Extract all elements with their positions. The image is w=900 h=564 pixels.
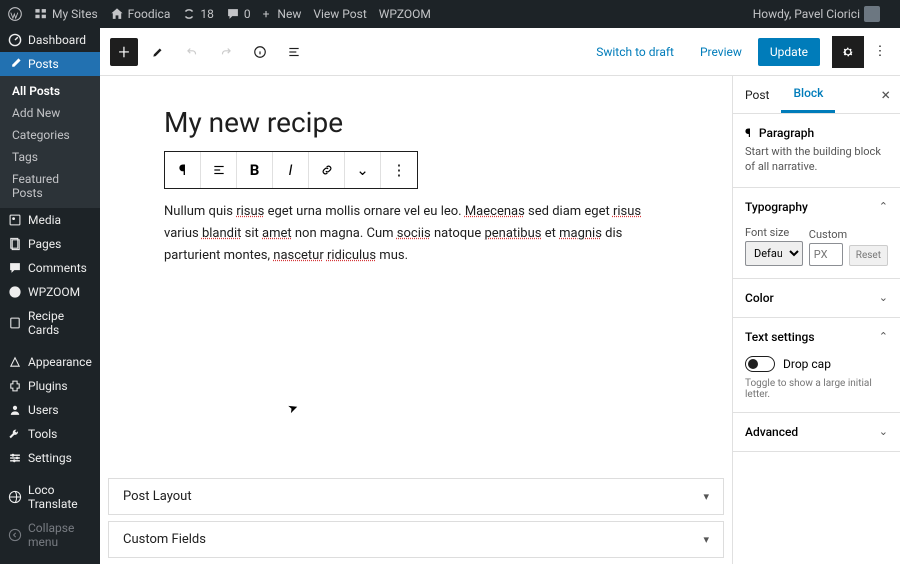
custom-px-input[interactable] (809, 243, 843, 266)
menu-settings[interactable]: Settings (0, 446, 100, 470)
submenu-tags[interactable]: Tags (0, 146, 100, 168)
tab-block[interactable]: Block (781, 76, 835, 113)
updates[interactable]: 18 (182, 7, 214, 21)
mouse-cursor: ➤ (286, 400, 300, 417)
view-post[interactable]: View Post (313, 7, 366, 21)
dropcap-toggle[interactable] (745, 356, 775, 372)
custom-label: Custom (809, 228, 843, 241)
menu-plugins[interactable]: Plugins (0, 374, 100, 398)
bold-icon[interactable]: B (237, 152, 273, 188)
metabox-post-layout[interactable]: Post Layout▾ (108, 478, 724, 515)
panel-color[interactable]: Color⌄ (733, 279, 900, 317)
more-icon[interactable]: ⋮ (870, 44, 890, 59)
block-name: Paragraph (759, 126, 814, 140)
menu-dashboard[interactable]: Dashboard (0, 28, 100, 52)
reset-button[interactable]: Reset (849, 245, 888, 266)
redo-icon[interactable] (212, 38, 240, 66)
wp-logo[interactable] (8, 7, 22, 21)
menu-media[interactable]: Media (0, 208, 100, 232)
panel-typography[interactable]: Typography⌃ (733, 188, 900, 226)
paragraph-block[interactable]: Nullum quis risus eget urna mollis ornar… (164, 201, 668, 267)
fontsize-label: Font size (745, 226, 803, 239)
metabox-custom-fields[interactable]: Custom Fields▾ (108, 521, 724, 558)
menu-users[interactable]: Users (0, 398, 100, 422)
preview-button[interactable]: Preview (690, 45, 752, 59)
block-description: Start with the building block of all nar… (745, 144, 888, 175)
menu-appearance[interactable]: Appearance (0, 350, 100, 374)
submenu-categories[interactable]: Categories (0, 124, 100, 146)
outline-icon[interactable] (280, 38, 308, 66)
submenu-all-posts[interactable]: All Posts (0, 80, 100, 102)
settings-icon[interactable] (832, 36, 864, 68)
chevron-down-icon[interactable]: ⌄ (345, 152, 381, 188)
switch-to-draft[interactable]: Switch to draft (586, 45, 684, 59)
my-sites[interactable]: My Sites (34, 7, 98, 21)
block-type-icon[interactable]: ¶ (165, 152, 201, 188)
fontsize-select[interactable]: Default (745, 241, 803, 266)
add-block-button[interactable]: + (110, 38, 138, 66)
dropcap-label: Drop cap (783, 357, 831, 371)
wpzoom-menu[interactable]: WPZOOM (379, 7, 431, 21)
my-account[interactable]: Howdy, Pavel Ciorici (753, 6, 880, 22)
link-icon[interactable] (309, 152, 345, 188)
block-toolbar: ¶ B I ⌄ ⋮ (164, 151, 418, 189)
collapse-menu[interactable]: Collapse menu (0, 516, 100, 554)
align-icon[interactable] (201, 152, 237, 188)
avatar (864, 6, 880, 22)
menu-posts[interactable]: Posts (0, 52, 100, 76)
panel-advanced[interactable]: Advanced⌄ (733, 413, 900, 451)
paragraph-icon: ¶ (745, 126, 751, 140)
post-title[interactable]: My new recipe (164, 106, 668, 139)
dropcap-help: Toggle to show a large initial letter. (745, 378, 888, 400)
new-content[interactable]: +New (263, 7, 302, 21)
menu-comments[interactable]: Comments (0, 256, 100, 280)
more-options-icon[interactable]: ⋮ (381, 152, 417, 188)
submenu-featured[interactable]: Featured Posts (0, 168, 100, 204)
edit-mode-icon[interactable] (144, 38, 172, 66)
close-icon[interactable]: × (871, 85, 900, 104)
menu-pages[interactable]: Pages (0, 232, 100, 256)
menu-recipe-cards[interactable]: Recipe Cards (0, 304, 100, 342)
update-button[interactable]: Update (758, 38, 820, 66)
comments-count[interactable]: 0 (226, 7, 251, 21)
undo-icon[interactable] (178, 38, 206, 66)
menu-tools[interactable]: Tools (0, 422, 100, 446)
site-home[interactable]: Foodica (110, 7, 171, 21)
submenu-add-new[interactable]: Add New (0, 102, 100, 124)
menu-wpzoom[interactable]: WPZOOM (0, 280, 100, 304)
tab-post[interactable]: Post (733, 78, 781, 112)
panel-text-settings[interactable]: Text settings⌃ (733, 318, 900, 356)
menu-loco[interactable]: Loco Translate (0, 478, 100, 516)
info-icon[interactable] (246, 38, 274, 66)
italic-icon[interactable]: I (273, 152, 309, 188)
